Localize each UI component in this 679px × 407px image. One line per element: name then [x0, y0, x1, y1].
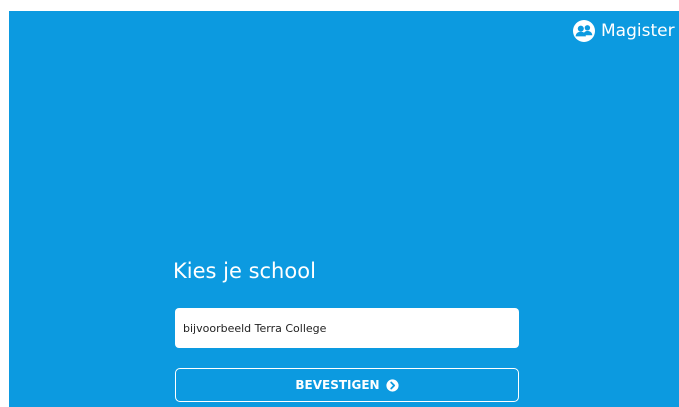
brand-logo: Magister	[572, 18, 675, 44]
confirm-button-label: BEVESTIGEN	[295, 378, 380, 392]
login-panel: Magister Kies je school BEVESTIGEN	[9, 11, 679, 407]
chevron-circle-right-icon	[386, 378, 399, 392]
page: Magister Kies je school BEVESTIGEN	[0, 0, 679, 407]
confirm-button[interactable]: BEVESTIGEN	[175, 368, 519, 402]
school-search-input[interactable]	[175, 308, 519, 348]
users-icon	[573, 20, 595, 42]
brand-name: Magister	[601, 21, 675, 41]
page-title: Kies je school	[173, 259, 316, 283]
